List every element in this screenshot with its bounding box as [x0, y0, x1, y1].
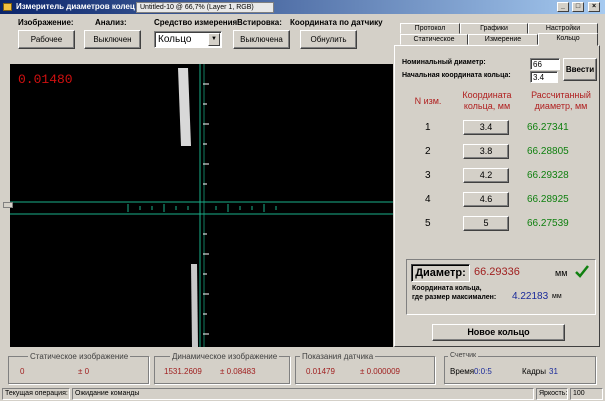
- new-ring-button[interactable]: Новое кольцо: [432, 324, 565, 341]
- sensor-value: 0.01479: [306, 367, 335, 376]
- window-title-bar[interactable]: Измеритель диаметров колец и длин ко... …: [0, 0, 605, 14]
- coord-button[interactable]: 4.6: [463, 192, 509, 207]
- dynamic-image-value: 1531.2609: [164, 367, 202, 376]
- col-header-coord: Координата кольца, мм: [462, 90, 512, 111]
- tooltip-overlay: Untitled-10 @ 66,7% (Layer 1, RGB): [136, 2, 274, 13]
- insert-label: Встировка:: [237, 18, 282, 27]
- frames-label: Кадры: [522, 367, 546, 376]
- sensor-title: Показания датчика: [300, 352, 376, 361]
- image-mode-button[interactable]: Рабочее: [18, 30, 75, 49]
- tab-static[interactable]: Статическое: [400, 34, 468, 45]
- static-image-value: 0: [20, 367, 25, 376]
- time-label: Время: [450, 367, 475, 376]
- start-coord-field[interactable]: 3.4: [530, 71, 558, 83]
- maximize-icon[interactable]: □: [572, 2, 584, 12]
- measure-tool-value: Кольцо: [158, 34, 192, 45]
- sensor-error: ± 0.000009: [360, 367, 400, 376]
- measure-tool-label: Средство измерения:: [154, 18, 240, 27]
- dynamic-image-title: Динамическое изображение: [170, 352, 280, 361]
- diameter-result: 66.29336: [474, 266, 520, 278]
- coord-button[interactable]: 4.2: [463, 168, 509, 183]
- horizontal-ticks: [127, 204, 277, 212]
- live-reading: 0.01480: [18, 72, 73, 87]
- row-number: 5: [425, 218, 431, 229]
- insert-button[interactable]: Выключена: [233, 30, 290, 49]
- analysis-button[interactable]: Выключен: [84, 30, 141, 49]
- counter-title: Счетчик: [448, 352, 479, 359]
- ring-edge-top: [178, 68, 191, 146]
- check-icon: [575, 265, 589, 278]
- diameter-value: 66.29328: [527, 170, 569, 181]
- brightness-value: 100: [570, 388, 603, 400]
- tab-ring[interactable]: Кольцо: [538, 33, 598, 46]
- app-icon: [3, 3, 12, 11]
- max-coord-label-1: Координата кольца,: [412, 285, 482, 292]
- measure-tool-select[interactable]: Кольцо ▼: [154, 31, 222, 48]
- dynamic-image-error: ± 0.08483: [220, 367, 256, 376]
- static-image-title: Статическое изображение: [28, 352, 131, 361]
- diameter-value: 66.27539: [527, 218, 569, 229]
- brightness-label: Яркость:: [536, 388, 568, 400]
- diameter-value: 66.27341: [527, 122, 569, 133]
- video-overlay: [10, 64, 393, 347]
- tab-protocol[interactable]: Протокол: [400, 23, 460, 34]
- enter-button[interactable]: Ввести: [563, 58, 597, 81]
- status-op-label: Текущая операция:: [2, 388, 70, 400]
- coord-button[interactable]: 3.8: [463, 144, 509, 159]
- video-view[interactable]: 0.01480: [10, 64, 393, 347]
- chevron-down-icon[interactable]: ▼: [208, 33, 220, 46]
- tab-measurement[interactable]: Измерение: [468, 34, 538, 45]
- diameter-unit: мм: [555, 268, 568, 278]
- time-value: 0:0:5: [474, 367, 492, 376]
- close-icon[interactable]: ×: [588, 2, 600, 12]
- max-coord-value: 4.22183: [512, 291, 549, 302]
- static-image-error: ± 0: [78, 367, 90, 376]
- col-header-n: N изм.: [414, 96, 442, 106]
- slider-handle[interactable]: [3, 202, 13, 208]
- row-number: 4: [425, 194, 431, 205]
- nominal-diameter-label: Номинальный диаметр:: [402, 59, 486, 66]
- max-coord-label-2: где размер максимален:: [412, 294, 497, 301]
- tab-graphs[interactable]: Графики: [460, 23, 528, 34]
- analysis-label: Анализ:: [95, 18, 127, 27]
- reset-coord-button[interactable]: Обнулить: [300, 30, 357, 49]
- row-number: 1: [425, 122, 431, 133]
- image-label: Изображение:: [18, 18, 74, 27]
- diameter-value: 66.28805: [527, 146, 569, 157]
- nominal-diameter-field[interactable]: 66: [530, 58, 560, 70]
- start-coord-label: Начальная координата кольца:: [402, 72, 511, 79]
- col-header-diameter: Рассчитанный диаметр, мм: [531, 90, 591, 111]
- row-number: 2: [425, 146, 431, 157]
- diameter-value: 66.28925: [527, 194, 569, 205]
- coord-button[interactable]: 3.4: [463, 120, 509, 135]
- coord-button[interactable]: 5: [463, 216, 509, 231]
- row-number: 3: [425, 170, 431, 181]
- max-coord-unit: мм: [552, 293, 562, 300]
- minimize-icon[interactable]: _: [557, 2, 569, 12]
- status-op-value: Ожидание команды: [72, 388, 534, 400]
- frames-value: 31: [549, 367, 558, 376]
- sensor-coord-label: Координата по датчику: [290, 18, 383, 27]
- ring-edge-bottom: [191, 264, 198, 347]
- diameter-button[interactable]: Диаметр:: [411, 264, 470, 282]
